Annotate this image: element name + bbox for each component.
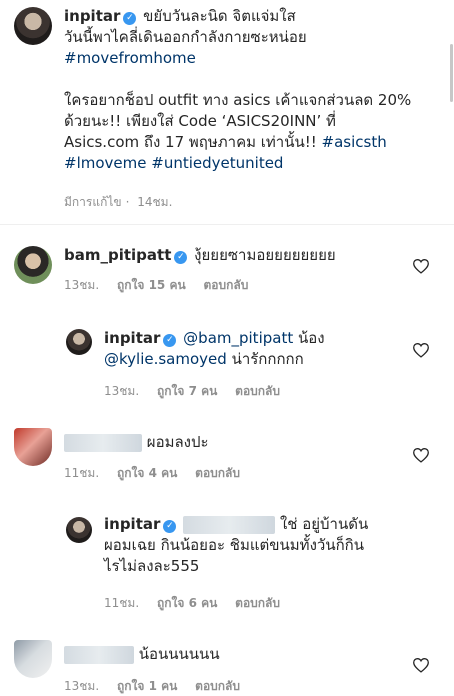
comment-2-time: 13ชม.	[104, 384, 140, 398]
comment-2-text2: น่ารักกกกก	[231, 350, 304, 368]
divider	[0, 224, 454, 225]
mention-bam-pitipatt[interactable]: @bam_pitipatt	[183, 329, 293, 347]
blurred-username	[64, 433, 142, 452]
comment-4-likes[interactable]: ถูกใจ 6 คน	[157, 596, 217, 610]
comment-3-likes[interactable]: ถูกใจ 4 คน	[117, 466, 177, 480]
comment-3-meta: 11ชม. ถูกใจ 4 คน ตอบกลับ	[64, 464, 254, 483]
blurred-username	[64, 645, 134, 664]
caption-edited: มีการแก้ไข	[64, 195, 122, 209]
comment-3-text: ผอมลงปะ	[146, 433, 209, 451]
comment-4-reply-button[interactable]: ตอบกลับ	[235, 596, 280, 610]
caption-time: 14ชม.	[137, 195, 173, 209]
comment-5-text: น้อนนนนนน	[138, 645, 220, 663]
comment-1-reply-button[interactable]: ตอบกลับ	[204, 278, 249, 292]
comment-avatar-inpitar[interactable]	[66, 517, 92, 543]
heart-outline-icon[interactable]	[412, 342, 430, 358]
comment-1-username[interactable]: bam_pitipatt	[64, 246, 171, 264]
scrollbar[interactable]	[450, 44, 453, 102]
comment-1-meta: 13ชม. ถูกใจ 15 คน ตอบกลับ	[64, 276, 262, 295]
comment-2-meta: 13ชม. ถูกใจ 7 คน ตอบกลับ	[104, 382, 294, 401]
comment-5-likes[interactable]: ถูกใจ 1 คน	[117, 679, 177, 693]
comment-5-reply-button[interactable]: ตอบกลับ	[195, 679, 240, 693]
verified-badge-icon: ✓	[163, 520, 177, 533]
comment-2-text1: น้อง	[298, 329, 325, 347]
caption-username[interactable]: inpitar	[64, 7, 120, 25]
comment-4: inpitar ✓ ใช่ อยู่บ้านดัน ผอมเฉย กินน้อยอ…	[104, 514, 404, 577]
comment-avatar-blurred[interactable]	[14, 428, 52, 466]
comment-2-likes[interactable]: ถูกใจ 7 คน	[157, 384, 217, 398]
comment-4-text-line2: ผอมเฉย กินน้อยอะ ชิมแต่ขนมทั้งวันก็กิน	[104, 536, 364, 554]
comment-1: bam_pitipatt ✓ งุ้ยยยซามอยยยยยยยย	[64, 245, 404, 266]
caption-para2-line1: ใครอยากช็อป outfit ทาง asics เค้าแจกส่วน…	[64, 91, 412, 109]
comment-1-time: 13ชม.	[64, 278, 100, 292]
caption-line1: ขยับวันละนิด จิตแจ่มใส	[143, 7, 296, 25]
comment-1-likes[interactable]: ถูกใจ 15 คน	[117, 278, 186, 292]
mention-kylie-samoyed[interactable]: @kylie.samoyed	[104, 350, 227, 368]
hashtag-asicsth[interactable]: #asicsth	[322, 133, 387, 151]
heart-outline-icon[interactable]	[412, 258, 430, 274]
hashtag-lmoveme[interactable]: #lmoveme	[64, 154, 146, 172]
caption: inpitar ✓ ขยับวันละนิด จิตแจ่มใส วันนี้พา…	[64, 6, 444, 174]
caption-meta: มีการแก้ไข · 14ชม.	[64, 195, 173, 209]
comment-2-username[interactable]: inpitar	[104, 329, 160, 347]
comment-5: น้อนนนนนน	[64, 644, 404, 665]
comment-4-text-line3: ไรไม่ลงละ555	[104, 557, 200, 575]
comment-avatar-bam[interactable]	[14, 246, 52, 284]
verified-badge-icon: ✓	[163, 334, 177, 347]
comment-4-text-line1: ใช่ อยู่บ้านดัน	[279, 515, 369, 533]
comment-5-time: 13ชม.	[64, 679, 100, 693]
comment-4-meta: 11ชม. ถูกใจ 6 คน ตอบกลับ	[104, 594, 294, 613]
caption-avatar[interactable]	[14, 7, 52, 45]
comment-2-reply-button[interactable]: ตอบกลับ	[235, 384, 280, 398]
comment-avatar-inpitar[interactable]	[66, 329, 92, 355]
heart-outline-icon[interactable]	[412, 447, 430, 463]
caption-line2: วันนี้พาไคลี่เดินออกกำลังกายซะหน่อย	[64, 28, 307, 46]
hashtag-untiedyetunited[interactable]: #untiedyetunited	[151, 154, 283, 172]
caption-para2-line2: ด้วยนะ!! เพียงใส่ Code ‘ASICS20INN’ ที่	[64, 112, 336, 130]
comment-3-time: 11ชม.	[64, 466, 100, 480]
hashtag-movefromhome[interactable]: #movefromhome	[64, 49, 196, 67]
verified-badge-icon: ✓	[123, 12, 137, 25]
caption-para2-line3: Asics.com ถึง 17 พฤษภาคม เท่านั้น!!	[64, 133, 317, 151]
comment-5-meta: 13ชม. ถูกใจ 1 คน ตอบกลับ	[64, 677, 254, 696]
comment-2: inpitar ✓ @bam_pitipatt น้อง @kylie.samoy…	[104, 328, 404, 370]
comment-1-text: งุ้ยยยซามอยยยยยยยย	[194, 246, 336, 264]
verified-badge-icon: ✓	[174, 251, 188, 264]
comment-3-reply-button[interactable]: ตอบกลับ	[195, 466, 240, 480]
comment-3: ผอมลงปะ	[64, 432, 404, 453]
heart-outline-icon[interactable]	[412, 657, 430, 673]
blurred-mention	[183, 515, 276, 534]
comment-avatar-blurred[interactable]	[14, 640, 52, 678]
comment-4-username[interactable]: inpitar	[104, 515, 160, 533]
comment-4-time: 11ชม.	[104, 596, 140, 610]
